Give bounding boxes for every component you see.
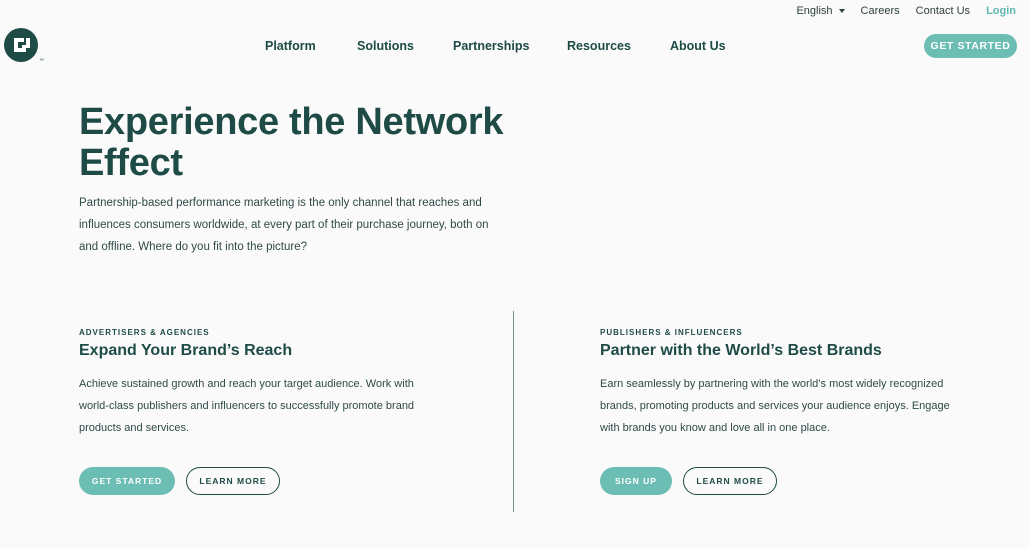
- advertisers-learn-more-button[interactable]: LEARN MORE: [186, 467, 280, 495]
- nav-item-platform[interactable]: Platform: [265, 39, 357, 53]
- publishers-eyebrow: PUBLISHERS & INFLUENCERS: [600, 328, 743, 337]
- nav-item-resources[interactable]: Resources: [567, 39, 670, 53]
- advertisers-title: Expand Your Brand’s Reach: [79, 342, 293, 359]
- publishers-title: Partner with the World’s Best Brands: [600, 342, 882, 359]
- cj-logo-icon[interactable]: ™: [4, 28, 44, 64]
- section-divider: [513, 311, 514, 512]
- main-nav: Platform Solutions Partnerships Resource…: [265, 39, 726, 53]
- nav-item-solutions[interactable]: Solutions: [357, 39, 453, 53]
- publishers-sign-up-button[interactable]: SIGN UP: [600, 467, 672, 495]
- language-label: English: [796, 5, 833, 17]
- nav-item-partnerships[interactable]: Partnerships: [453, 39, 567, 53]
- utility-bar: English Careers Contact Us Login: [780, 5, 1016, 17]
- hero-description: Partnership-based performance marketing …: [79, 197, 489, 253]
- advertisers-description: Achieve sustained growth and reach your …: [79, 378, 415, 434]
- advertisers-eyebrow: ADVERTISERS & AGENCIES: [79, 328, 210, 337]
- login-link[interactable]: Login: [986, 5, 1016, 17]
- careers-link[interactable]: Careers: [861, 5, 900, 17]
- get-started-header-button[interactable]: GET STARTED: [924, 34, 1017, 58]
- publishers-description: Earn seamlessly by partnering with the w…: [600, 378, 950, 434]
- language-selector[interactable]: English: [796, 5, 845, 17]
- advertisers-section: ADVERTISERS & AGENCIES Expand Your Brand…: [79, 328, 439, 439]
- advertisers-get-started-button[interactable]: GET STARTED: [79, 467, 175, 495]
- nav-item-about-us[interactable]: About Us: [670, 39, 726, 53]
- publishers-section: PUBLISHERS & INFLUENCERS Partner with th…: [600, 328, 960, 439]
- trademark-mark: ™: [39, 58, 44, 64]
- hero-title: Experience the Network Effect: [79, 101, 504, 184]
- contact-us-link[interactable]: Contact Us: [916, 5, 970, 17]
- caret-down-icon: [838, 9, 845, 13]
- publishers-learn-more-button[interactable]: LEARN MORE: [683, 467, 777, 495]
